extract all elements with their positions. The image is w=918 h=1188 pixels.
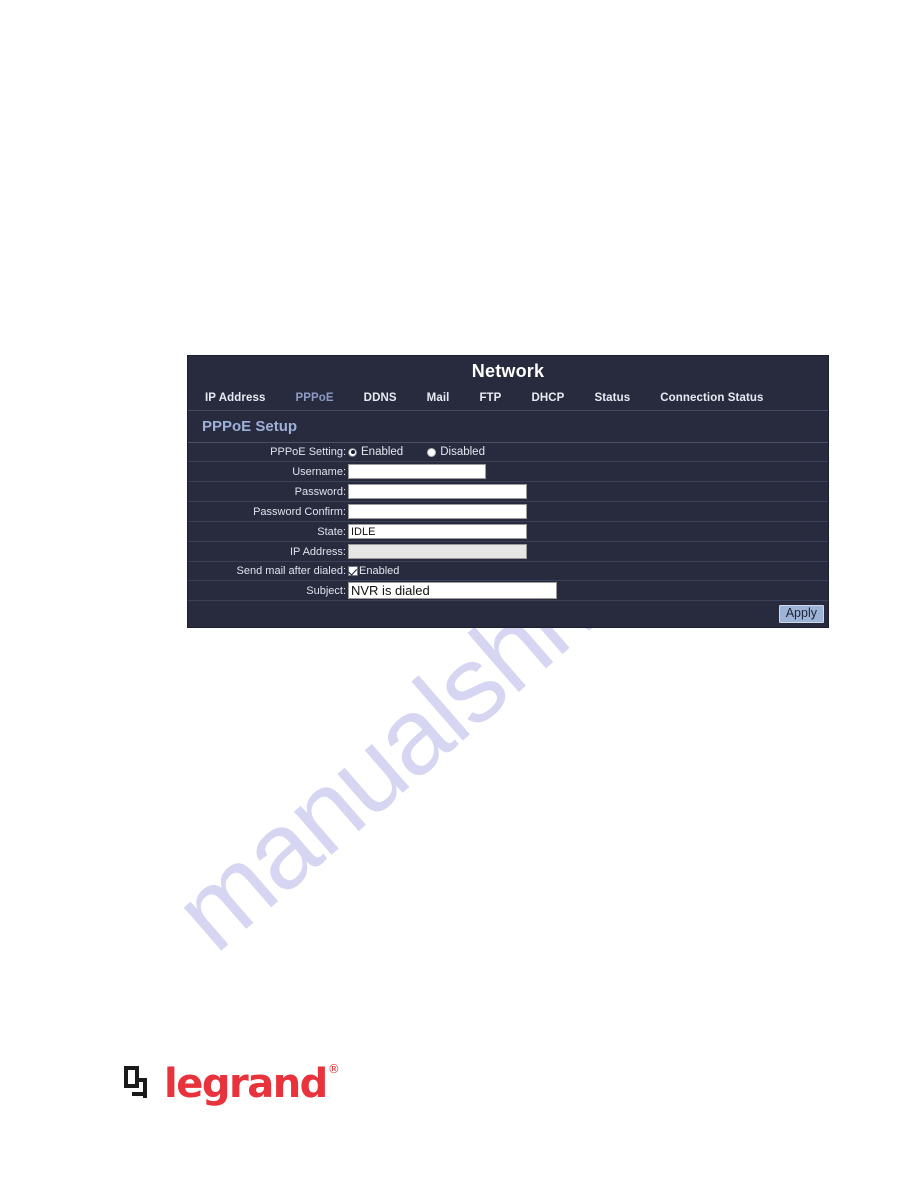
panel-footer: Apply (188, 601, 828, 627)
state-input[interactable] (348, 524, 527, 539)
password-label: Password: (294, 485, 346, 498)
send-mail-label: Send mail after dialed: (236, 565, 346, 577)
legrand-mark-icon (124, 1066, 158, 1100)
tab-pppoe[interactable]: PPPoE (295, 392, 333, 404)
tab-connection-status[interactable]: Connection Status (660, 392, 763, 404)
password-confirm-label: Password Confirm: (253, 505, 346, 518)
section-title: PPPoE Setup (202, 418, 298, 435)
tab-dhcp[interactable]: DHCP (531, 392, 564, 404)
tab-status[interactable]: Status (594, 392, 630, 404)
pppoe-form: PPPoE Setting: Enabled Disabled Username… (188, 443, 828, 601)
row-pppoe-setting: PPPoE Setting: Enabled Disabled (188, 443, 828, 462)
section-header: PPPoE Setup (188, 411, 828, 443)
radio-pppoe-enabled[interactable]: Enabled (348, 446, 403, 458)
row-password: Password: (188, 482, 828, 502)
panel-titlebar: Network (188, 356, 828, 386)
page-title: Network (471, 360, 545, 381)
subject-label: Subject: (306, 584, 346, 597)
network-settings-panel: Network IP Address PPPoE DDNS Mail FTP D… (188, 356, 828, 627)
tab-ip-address[interactable]: IP Address (205, 392, 265, 404)
pppoe-setting-radio-group: Enabled Disabled (348, 446, 509, 458)
tab-bar: IP Address PPPoE DDNS Mail FTP DHCP Stat… (188, 386, 828, 411)
tab-ddns[interactable]: DDNS (364, 392, 397, 404)
state-label: State: (317, 525, 346, 538)
tab-ftp[interactable]: FTP (479, 392, 501, 404)
subject-input[interactable] (348, 582, 557, 599)
apply-button[interactable]: Apply (778, 604, 824, 624)
row-state: State: (188, 522, 828, 542)
radio-unselected-icon (427, 447, 437, 457)
username-label: Username: (292, 465, 346, 478)
username-input[interactable] (348, 464, 486, 479)
pppoe-setting-label: PPPoE Setting: (270, 446, 346, 458)
checkbox-checked-icon (348, 566, 358, 576)
send-mail-checkbox[interactable]: Enabled (348, 565, 399, 577)
radio-selected-icon (348, 447, 357, 457)
legrand-logo: legrand ® (124, 1061, 340, 1107)
radio-pppoe-enabled-label: Enabled (361, 446, 404, 458)
password-input[interactable] (348, 484, 527, 499)
registered-trademark-icon: ® (327, 1062, 340, 1076)
row-username: Username: (188, 462, 828, 482)
row-send-mail-after-dialed: Send mail after dialed: Enabled (188, 562, 828, 581)
ip-address-label: IP Address: (289, 545, 346, 558)
row-subject: Subject: (188, 581, 828, 601)
legrand-wordmark: legrand (164, 1061, 328, 1107)
tab-mail[interactable]: Mail (427, 392, 450, 404)
password-confirm-input[interactable] (348, 504, 527, 519)
ip-address-input (348, 544, 527, 559)
send-mail-checkbox-label: Enabled (359, 565, 400, 577)
row-ip-address: IP Address: (188, 542, 828, 562)
row-password-confirm: Password Confirm: (188, 502, 828, 522)
radio-pppoe-disabled[interactable]: Disabled (427, 446, 485, 458)
radio-pppoe-disabled-label: Disabled (440, 446, 485, 458)
